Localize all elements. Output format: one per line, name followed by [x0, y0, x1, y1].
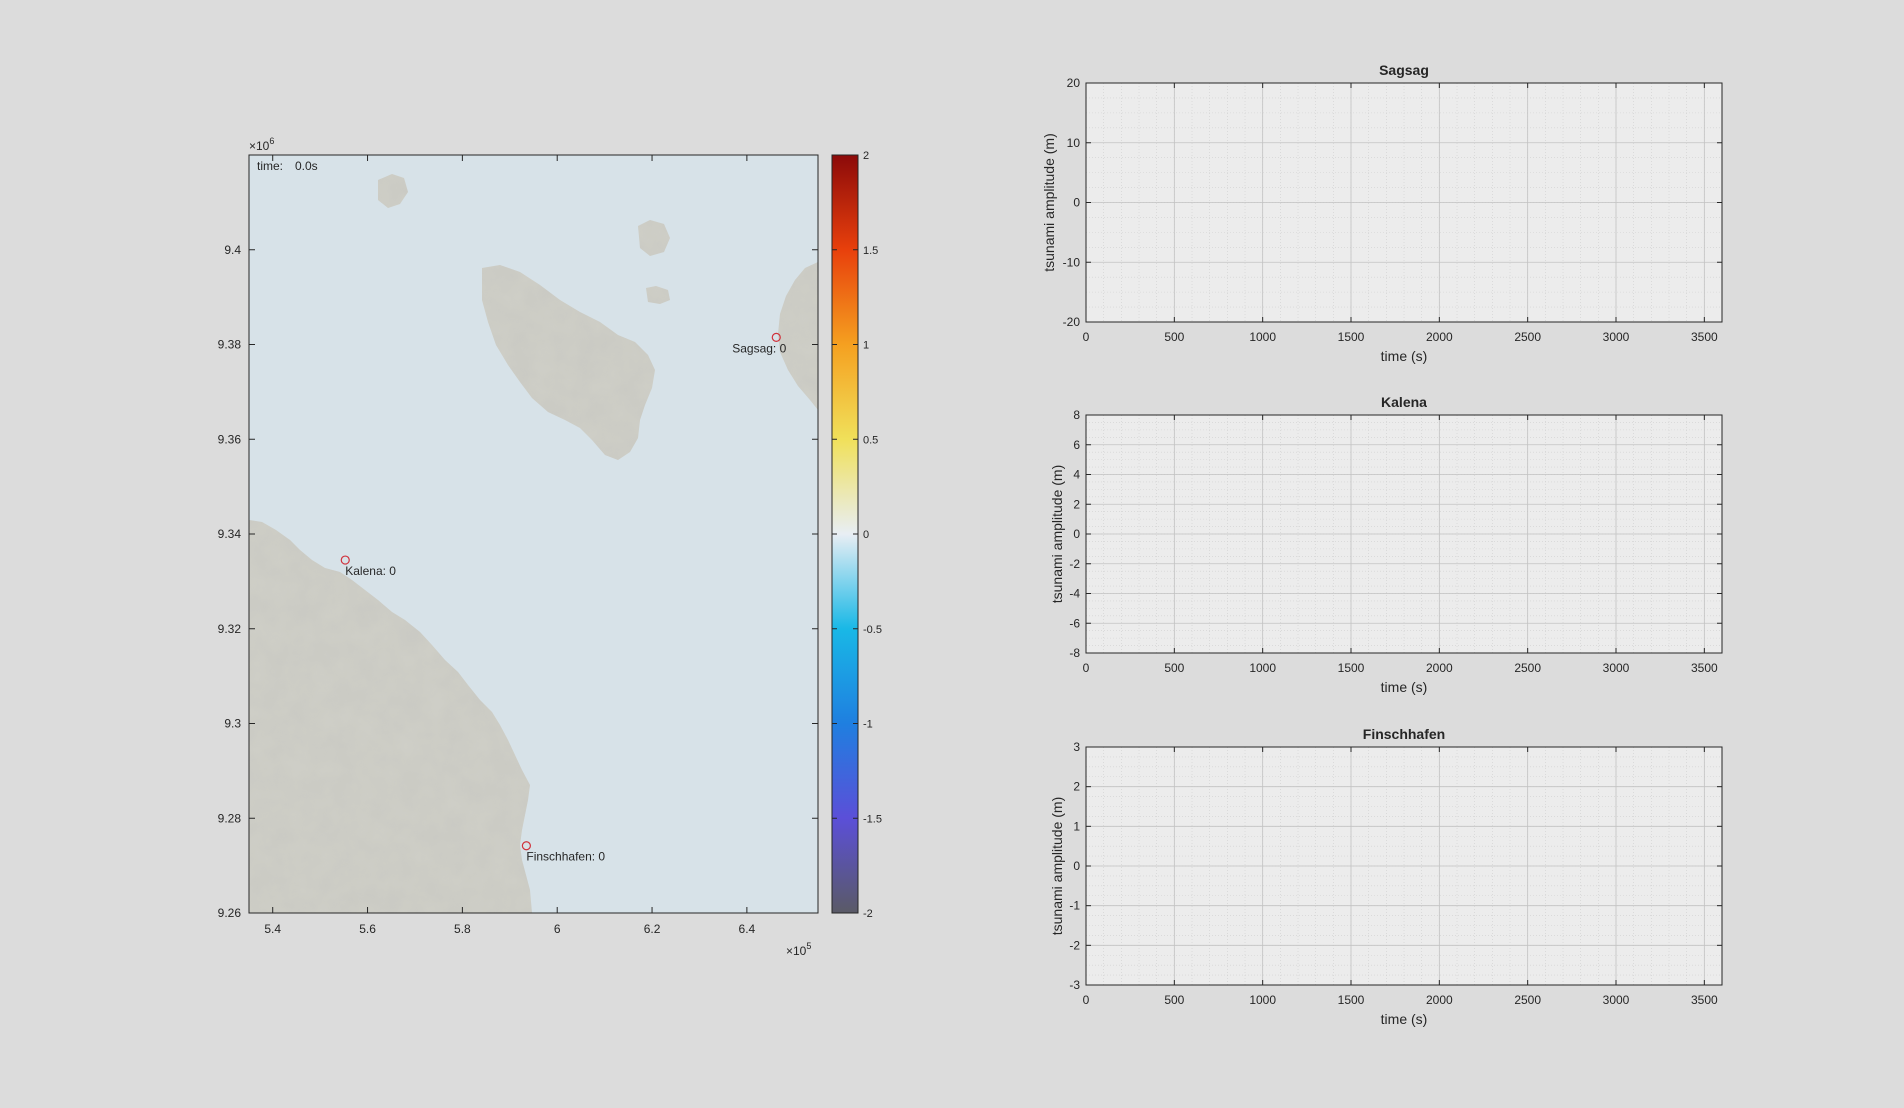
- y-tick-label: 0: [1073, 196, 1080, 210]
- y-tick-label: 0: [1073, 859, 1080, 873]
- x-tick-label: 0: [1083, 661, 1090, 675]
- timeseries-kalena: 0 500 1000 1500 2000 2500 3000 3500 -8 -6 -4 -2 0 2 4 6…: [1049, 394, 1723, 695]
- map-x-tick-label: 6: [554, 922, 561, 936]
- map-x-tick-label: 5.4: [264, 922, 281, 936]
- x-tick-label: 3500: [1691, 330, 1718, 344]
- colorbar-tick-label: -0.5: [863, 624, 882, 636]
- x-tick-label: 3000: [1603, 661, 1630, 675]
- y-tick-label: -20: [1063, 315, 1081, 329]
- x-tick-label: 3500: [1691, 993, 1718, 1007]
- x-axis-label: time (s): [1381, 348, 1428, 364]
- map-y-exponent: ×106: [249, 136, 274, 153]
- x-tick-label: 0: [1083, 330, 1090, 344]
- x-tick-label: 1500: [1338, 993, 1365, 1007]
- colorbar-tick-label: -1.5: [863, 813, 882, 825]
- timeseries-finschhafen: 0 500 1000 1500 2000 2500 3000 3500 -3 -2 -1 0 1 2 3 Fi…: [1049, 726, 1723, 1027]
- y-tick-label: 1: [1073, 819, 1080, 833]
- map-y-tick-label: 9.36: [218, 432, 242, 446]
- map-y-tick-label: 9.26: [218, 906, 242, 920]
- y-tick-label: 0: [1073, 527, 1080, 541]
- x-tick-label: 1000: [1249, 661, 1276, 675]
- y-axis-label: tsunami amplitude (m): [1049, 797, 1065, 936]
- x-tick-label: 2000: [1426, 661, 1453, 675]
- x-axis-label: time (s): [1381, 1011, 1428, 1027]
- x-tick-label: 2500: [1514, 993, 1541, 1007]
- timeseries-sagsag: 0 500 1000 1500 2000 2500 3000 3500 -20 -10 0 10 20 S…: [1041, 62, 1723, 364]
- station-label: Finschhafen: 0: [526, 850, 605, 864]
- y-tick-label: 8: [1073, 408, 1080, 422]
- map-y-tick-label: 9.34: [218, 527, 242, 541]
- map-y-tick-label: 9.38: [218, 338, 242, 352]
- y-tick-label: -10: [1063, 255, 1081, 269]
- colorbar-tick-label: 1.5: [863, 245, 878, 257]
- map-x-tick-label: 6.4: [739, 922, 756, 936]
- x-tick-label: 1000: [1249, 330, 1276, 344]
- map-x-exponent: ×105: [786, 941, 811, 958]
- x-tick-label: 1500: [1338, 661, 1365, 675]
- x-tick-label: 3500: [1691, 661, 1718, 675]
- y-tick-label: 20: [1067, 76, 1081, 90]
- y-tick-label: 10: [1067, 136, 1081, 150]
- y-tick-label: 2: [1073, 497, 1080, 511]
- y-tick-label: 3: [1073, 740, 1080, 754]
- y-axis-label: tsunami amplitude (m): [1049, 465, 1065, 604]
- map-y-tick-label: 9.3: [224, 717, 241, 731]
- x-tick-label: 500: [1164, 993, 1184, 1007]
- chart-title: Kalena: [1381, 394, 1427, 410]
- map-y-tick-label: 9.28: [218, 811, 242, 825]
- x-tick-label: 2500: [1514, 661, 1541, 675]
- y-tick-label: -8: [1069, 646, 1080, 660]
- x-tick-label: 1500: [1338, 330, 1365, 344]
- map-x-tick-label: 5.6: [359, 922, 376, 936]
- time-series-panels: 0 500 1000 1500 2000 2500 3000 3500-20-1001020S…: [1041, 62, 1723, 1027]
- x-tick-label: 3000: [1603, 330, 1630, 344]
- colorbar-tick-label: 0: [863, 529, 869, 541]
- colorbar-tick-label: 1: [863, 340, 869, 352]
- station-label: Kalena: 0: [345, 564, 396, 578]
- x-axis-label: time (s): [1381, 679, 1428, 695]
- x-tick-label: 0: [1083, 993, 1090, 1007]
- map-y-tick-label: 9.32: [218, 622, 242, 636]
- station-label: Sagsag: 0: [732, 341, 786, 355]
- x-tick-label: 500: [1164, 330, 1184, 344]
- colorbar: 2 1.5 1 0.5 0 -0.5 -1 -1.5 -2: [831, 150, 882, 920]
- colorbar-tick-label: -2: [863, 908, 873, 920]
- y-tick-label: 4: [1073, 468, 1080, 482]
- map-x-tick-label: 5.8: [454, 922, 471, 936]
- colorbar-tick-label: -1: [863, 719, 873, 731]
- y-axis-label: tsunami amplitude (m): [1041, 133, 1057, 272]
- figure: 5.4 5.6 5.8 6 6.2 6.4 9.26 9.28 9.3 9.32 9.34 9.36 9…: [218, 62, 1723, 1027]
- x-tick-label: 500: [1164, 661, 1184, 675]
- map-panel: 5.4 5.6 5.8 6 6.2 6.4 9.26 9.28 9.3 9.32 9.34 9.36 9…: [218, 136, 819, 958]
- chart-title: Sagsag: [1379, 62, 1429, 78]
- y-tick-label: 6: [1073, 438, 1080, 452]
- x-tick-label: 2000: [1426, 330, 1453, 344]
- y-tick-label: -4: [1069, 587, 1080, 601]
- chart-title: Finschhafen: [1363, 726, 1445, 742]
- y-tick-label: 2: [1073, 780, 1080, 794]
- y-tick-label: -1: [1069, 899, 1080, 913]
- x-tick-label: 2500: [1514, 330, 1541, 344]
- colorbar-tick-label: 2: [863, 150, 869, 162]
- y-tick-label: -2: [1069, 557, 1080, 571]
- x-tick-label: 3000: [1603, 993, 1630, 1007]
- map-time-value: 0.0s: [295, 159, 318, 173]
- colorbar-tick-label: 0.5: [863, 434, 878, 446]
- x-tick-label: 2000: [1426, 993, 1453, 1007]
- x-tick-label: 1000: [1249, 993, 1276, 1007]
- y-tick-label: -6: [1069, 616, 1080, 630]
- y-tick-label: -2: [1069, 938, 1080, 952]
- map-time-label: time:: [257, 159, 283, 173]
- map-x-tick-label: 6.2: [644, 922, 661, 936]
- map-y-tick-label: 9.4: [224, 243, 241, 257]
- y-tick-label: -3: [1069, 978, 1080, 992]
